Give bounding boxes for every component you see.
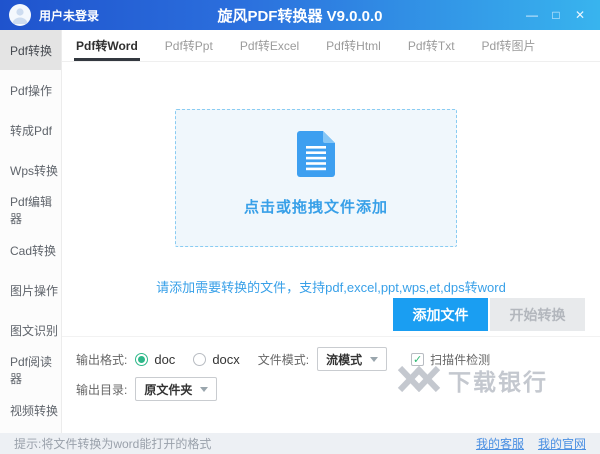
file-drop-zone[interactable]: 点击或拖拽文件添加	[175, 109, 457, 247]
tab-pdf-to-txt[interactable]: Pdf转Txt	[408, 30, 455, 61]
drop-zone-label: 点击或拖拽文件添加	[243, 199, 388, 216]
output-dir-row: 输出目录: 原文件夹	[76, 376, 600, 402]
sidebar-item-image-operate[interactable]: 图片操作	[0, 270, 61, 310]
user-login-area[interactable]: 用户未登录	[0, 4, 150, 26]
scan-detect-checkbox[interactable]: ✓ 扫描件检测	[411, 351, 490, 368]
user-avatar-icon	[9, 4, 31, 26]
minimize-icon[interactable]: —	[522, 5, 542, 25]
sidebar-item-pdf-operate[interactable]: Pdf操作	[0, 70, 61, 110]
status-tip: 提示:将文件转换为word能打开的格式	[14, 437, 212, 451]
status-links: 我的客服 我的官网	[476, 435, 586, 452]
main-content: Pdf转Word Pdf转Ppt Pdf转Excel Pdf转Html Pdf转…	[62, 30, 600, 433]
tab-pdf-to-html[interactable]: Pdf转Html	[326, 30, 381, 61]
action-buttons: 添加文件 开始转换	[393, 298, 585, 331]
file-mode-label: 文件模式:	[257, 352, 310, 367]
my-website-link[interactable]: 我的官网	[538, 435, 586, 452]
sidebar-item-wps-convert[interactable]: Wps转换	[0, 150, 61, 190]
app-body: Pdf转换 Pdf操作 转成Pdf Wps转换 Pdf编辑器 Cad转换 图片操…	[0, 30, 600, 433]
chevron-down-icon	[200, 386, 209, 392]
statusbar: 提示:将文件转换为word能打开的格式 我的客服 我的官网	[0, 433, 600, 454]
output-format-label: 输出格式:	[76, 352, 128, 367]
sidebar-item-pdf-convert[interactable]: Pdf转换	[0, 30, 61, 70]
tab-pdf-to-excel[interactable]: Pdf转Excel	[240, 30, 299, 61]
start-convert-button[interactable]: 开始转换	[490, 298, 585, 331]
scan-detect-label: 扫描件检测	[430, 352, 491, 367]
my-support-link[interactable]: 我的客服	[476, 435, 524, 452]
add-files-button[interactable]: 添加文件	[393, 298, 488, 331]
sidebar-item-pdf-reader[interactable]: Pdf阅读器	[0, 350, 61, 390]
options-panel: 输出格式: doc docx 文件模式: 流模式 ✓ 扫描件检测 输出目录: 原…	[62, 336, 600, 402]
radio-docx[interactable]: docx	[193, 352, 240, 367]
radio-docx-control	[193, 352, 207, 366]
output-dir-select[interactable]: 原文件夹	[135, 377, 218, 401]
output-dir-label: 输出目录:	[76, 382, 128, 397]
add-files-hint: 请添加需要转换的文件，支持pdf,excel,ppt,wps,et,dps转wo…	[156, 280, 506, 295]
app-window: 用户未登录 旋风PDF转换器 V9.0.0.0 — □ ✕ Pdf转换 Pdf操…	[0, 0, 600, 454]
titlebar: 用户未登录 旋风PDF转换器 V9.0.0.0 — □ ✕	[0, 0, 600, 30]
radio-doc[interactable]: doc	[135, 352, 175, 367]
sidebar-item-video-convert[interactable]: 视频转换	[0, 390, 61, 430]
user-status-label: 用户未登录	[39, 8, 100, 23]
sidebar: Pdf转换 Pdf操作 转成Pdf Wps转换 Pdf编辑器 Cad转换 图片操…	[0, 30, 62, 433]
tab-pdf-to-word[interactable]: Pdf转Word	[74, 30, 140, 61]
tab-pdf-to-ppt[interactable]: Pdf转Ppt	[165, 30, 213, 61]
checkbox-check-icon: ✓	[411, 352, 425, 366]
tabbar: Pdf转Word Pdf转Ppt Pdf转Excel Pdf转Html Pdf转…	[62, 30, 600, 62]
window-controls: — □ ✕	[522, 0, 590, 30]
sidebar-item-ocr[interactable]: 图文识别	[0, 310, 61, 350]
output-format-row: 输出格式: doc docx 文件模式: 流模式 ✓ 扫描件检测	[76, 346, 600, 372]
tab-pdf-to-image[interactable]: Pdf转图片	[482, 30, 536, 61]
document-icon	[297, 131, 335, 180]
chevron-down-icon	[370, 356, 379, 362]
sidebar-item-to-pdf[interactable]: 转成Pdf	[0, 110, 61, 150]
radio-doc-control	[135, 352, 149, 366]
maximize-icon[interactable]: □	[546, 5, 566, 25]
file-mode-select[interactable]: 流模式	[317, 347, 388, 371]
sidebar-item-pdf-editor[interactable]: Pdf编辑器	[0, 190, 61, 230]
sidebar-item-cad-convert[interactable]: Cad转换	[0, 230, 61, 270]
close-icon[interactable]: ✕	[570, 5, 590, 25]
